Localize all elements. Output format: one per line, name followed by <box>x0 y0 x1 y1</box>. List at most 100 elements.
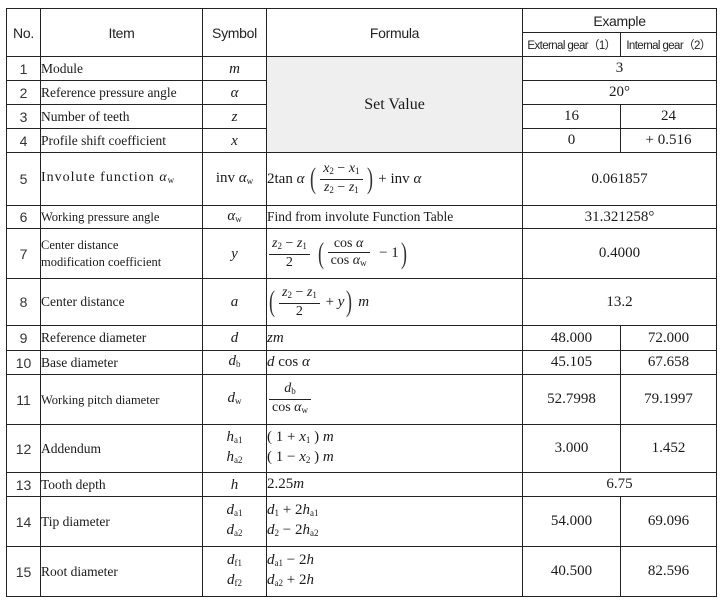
external-value: 48.000 <box>522 325 621 351</box>
item-label: Involute function αw <box>40 152 203 206</box>
symbol: αw <box>202 205 267 229</box>
row-number: 14 <box>6 496 41 547</box>
item-label: Center distance <box>40 278 203 326</box>
formula: Find from involute Function Table <box>266 205 523 229</box>
internal-value: 69.096 <box>620 496 717 547</box>
item-label: Base diameter <box>40 350 203 375</box>
external-value: 0 <box>522 128 621 153</box>
table-row: 6 Working pressure angle αw Find from in… <box>6 205 717 229</box>
row-number: 13 <box>6 472 41 497</box>
external-value: 54.000 <box>522 496 621 547</box>
internal-value: 82.596 <box>620 546 717 597</box>
set-value-cell: Set Value <box>266 56 523 153</box>
internal-value: 24 <box>620 104 717 129</box>
table-row: 15 Root diameter df1 df2 da1 − 2h da2 + … <box>6 546 717 597</box>
row-number: 5 <box>6 152 41 206</box>
formula: (z2 − z1 2 + y) m <box>266 278 523 326</box>
table-row: 8 Center distance a (z2 − z1 2 + y) m 13.… <box>6 278 717 326</box>
symbol: a <box>202 278 267 326</box>
row-number: 4 <box>6 128 41 153</box>
formula: da1 − 2h da2 + 2h <box>266 546 523 597</box>
formula: z2 − z1 2 (cos α cos αw − 1) <box>266 228 523 279</box>
example-value: 0.4000 <box>522 228 717 279</box>
external-value: 52.7998 <box>522 374 621 425</box>
item-label: Reference diameter <box>40 325 203 351</box>
external-value: 40.500 <box>522 546 621 597</box>
header-external-gear: External gear（1） <box>522 32 621 57</box>
item-label: Reference pressure angle <box>40 80 203 105</box>
external-value: 3.000 <box>522 424 621 473</box>
row-number: 1 <box>6 56 41 81</box>
table-row: 9 Reference diameter d zm 48.000 72.000 <box>6 325 717 351</box>
table-row: 13 Tooth depth h 2.25m 6.75 <box>6 472 717 497</box>
row-number: 10 <box>6 350 41 375</box>
table-row: 10 Base diameter db d cos α 45.105 67.65… <box>6 350 717 375</box>
item-label: Module <box>40 56 203 81</box>
row-number: 9 <box>6 325 41 351</box>
symbol: m <box>202 56 267 81</box>
example-value: 3 <box>522 56 717 81</box>
row-number: 6 <box>6 205 41 229</box>
header-no: No. <box>6 8 41 57</box>
item-label: Tooth depth <box>40 472 203 497</box>
symbol: h <box>202 472 267 497</box>
row-number: 12 <box>6 424 41 473</box>
symbol: d <box>202 325 267 351</box>
example-value: 6.75 <box>522 472 717 497</box>
internal-value: 1.452 <box>620 424 717 473</box>
item-label-line2: modification coefficient <box>41 254 162 269</box>
table-row: 12 Addendum ha1 ha2 ( 1 + x1 ) m ( 1 − x… <box>6 424 717 473</box>
item-label: Profile shift coefficient <box>40 128 203 153</box>
table-row: 14 Tip diameter da1 da2 d1 + 2ha1 d2 − 2… <box>6 496 717 547</box>
item-label: Working pitch diameter <box>40 374 203 425</box>
example-value: 13.2 <box>522 278 717 326</box>
item-label: Root diameter <box>40 546 203 597</box>
example-value: 0.061857 <box>522 152 717 206</box>
header-item: Item <box>40 8 203 57</box>
header-symbol: Symbol <box>202 8 267 57</box>
formula: 2tan α (x2 − x1 z2 − z1) + inv α <box>266 152 523 206</box>
example-value: 31.321258° <box>522 205 717 229</box>
item-label: Number of teeth <box>40 104 203 129</box>
symbol: dw <box>202 374 267 425</box>
formula: 2.25m <box>266 472 523 497</box>
header-formula: Formula <box>266 8 523 57</box>
symbol: df1 df2 <box>202 546 267 597</box>
row-number: 7 <box>6 228 41 279</box>
row-number: 3 <box>6 104 41 129</box>
item-label: Center distance modification coefficient <box>40 228 203 279</box>
symbol: da1 da2 <box>202 496 267 547</box>
formula: ( 1 + x1 ) m ( 1 − x2 ) m <box>266 424 523 473</box>
row-number: 15 <box>6 546 41 597</box>
internal-value: 72.000 <box>620 325 717 351</box>
formula: db cos αw <box>266 374 523 425</box>
example-value: 20° <box>522 80 717 105</box>
header-internal-gear: Internal gear（2） <box>620 32 717 57</box>
symbol: y <box>202 228 267 279</box>
item-label: Addendum <box>40 424 203 473</box>
symbol: x <box>202 128 267 153</box>
internal-value: 79.1997 <box>620 374 717 425</box>
item-label: Tip diameter <box>40 496 203 547</box>
header-example: Example <box>522 8 717 33</box>
symbol: ha1 ha2 <box>202 424 267 473</box>
item-label: Working pressure angle <box>40 205 203 229</box>
external-value: 45.105 <box>522 350 621 375</box>
internal-value: + 0.516 <box>620 128 717 153</box>
row-number: 2 <box>6 80 41 105</box>
row-number: 11 <box>6 374 41 425</box>
symbol: z <box>202 104 267 129</box>
table-row: 11 Working pitch diameter dw db cos αw 52… <box>6 374 717 425</box>
item-label-line1: Center distance <box>41 237 119 252</box>
formula: d cos α <box>266 350 523 375</box>
table-row: 5 Involute function αw inv αw 2tan α (x2… <box>6 152 717 206</box>
symbol: db <box>202 350 267 375</box>
gear-calculation-table: No. Item Symbol Formula Example External… <box>6 8 717 597</box>
external-value: 16 <box>522 104 621 129</box>
formula: zm <box>266 325 523 351</box>
internal-value: 67.658 <box>620 350 717 375</box>
formula: d1 + 2ha1 d2 − 2ha2 <box>266 496 523 547</box>
table-row: 7 Center distance modification coefficie… <box>6 228 717 279</box>
symbol: inv αw <box>202 152 267 206</box>
row-number: 8 <box>6 278 41 326</box>
